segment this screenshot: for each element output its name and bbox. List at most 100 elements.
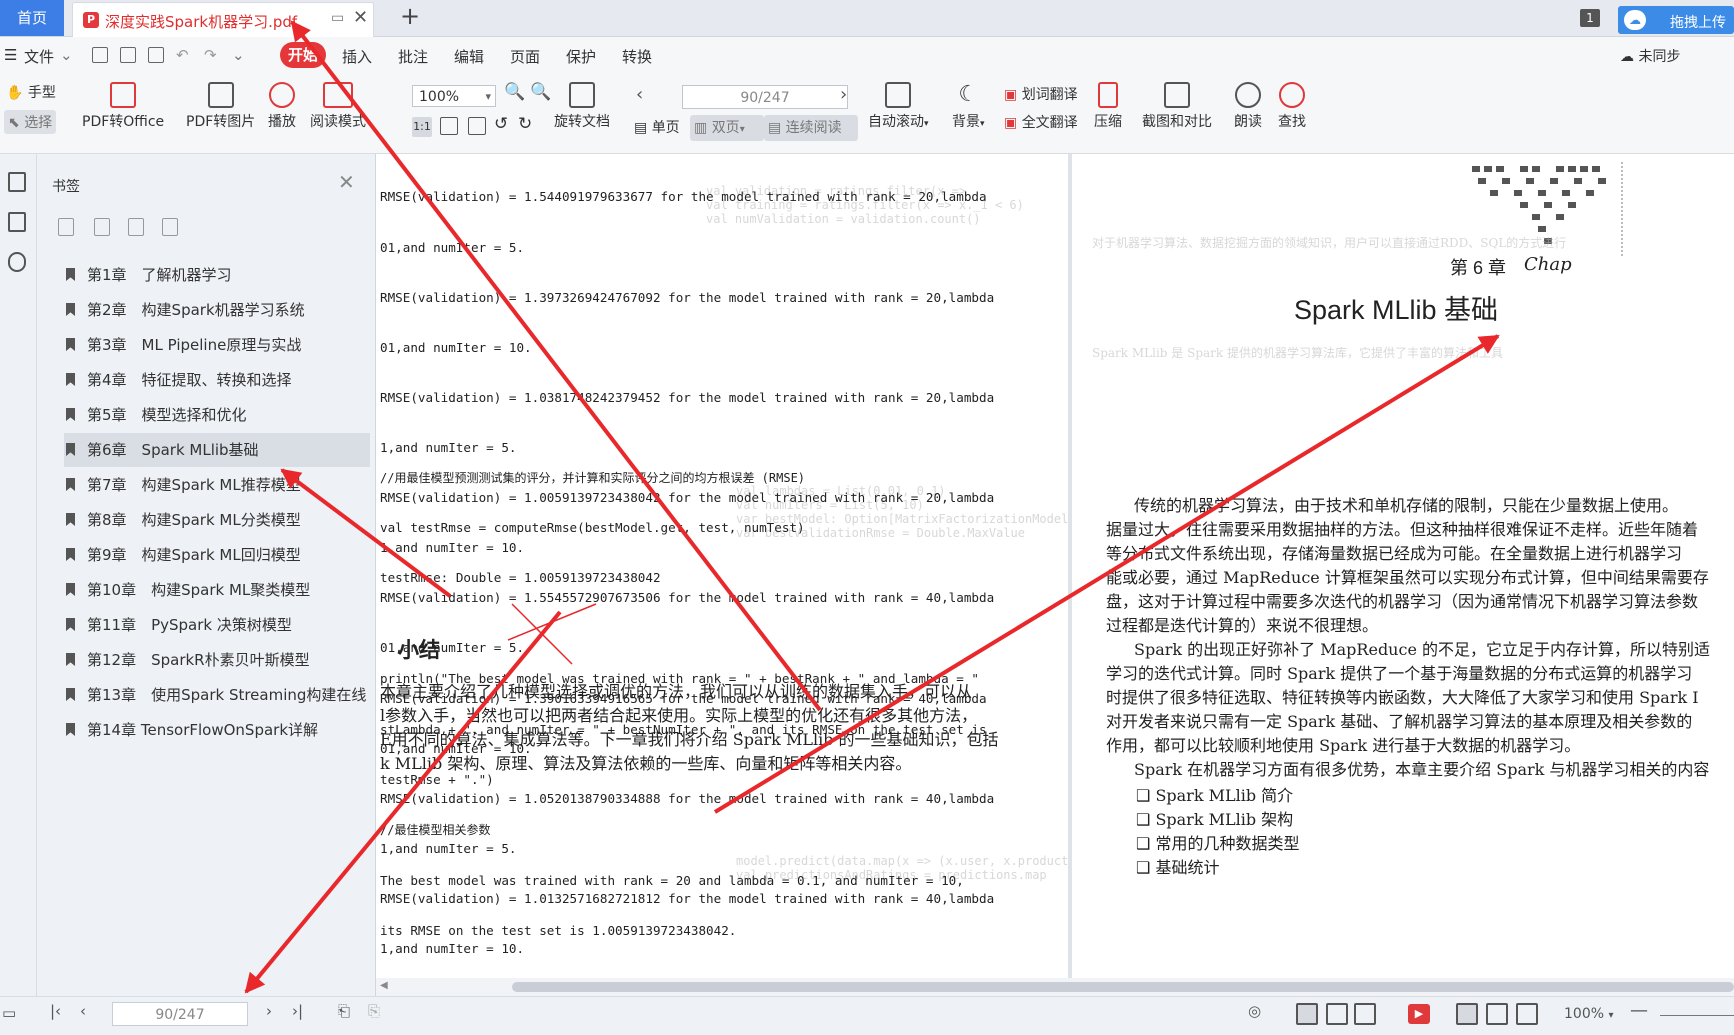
single-page-button[interactable]: ▤ 单页 — [634, 115, 680, 141]
sidebar-toggle-icon[interactable]: ▭ — [2, 1004, 16, 1022]
play-button[interactable]: 播放 — [268, 82, 296, 131]
pdf-to-office-button[interactable]: PDF转Office — [82, 82, 164, 131]
prev-page-icon[interactable]: ‹ — [80, 1002, 86, 1020]
book-icon — [323, 82, 353, 108]
bookmark-item[interactable]: 第14章 TensorFlowOnSpark详解 — [64, 713, 370, 747]
undo-icon[interactable]: ↶ — [176, 46, 189, 64]
fit-width-icon[interactable] — [468, 117, 486, 135]
play-slideshow-icon[interactable]: ▶ — [1408, 1004, 1430, 1024]
fit-page-icon[interactable] — [440, 117, 458, 135]
screenshot-compare-button[interactable]: 截图和对比 — [1142, 82, 1212, 131]
rotate-document-icon — [569, 82, 595, 108]
bookmark-item[interactable]: 第1章 了解机器学习 — [64, 258, 370, 292]
bookmark-item[interactable]: 第11章 PySpark 决策树模型 — [64, 608, 370, 642]
back-icon[interactable]: ⎗ — [338, 1002, 350, 1020]
document-tab[interactable]: P 深度实践Spark机器学习.pdf ▭ ✕ — [72, 2, 374, 37]
delete-bookmark-icon[interactable] — [162, 218, 178, 236]
actual-size-icon[interactable]: 1:1 — [412, 117, 432, 137]
more-chevron-icon[interactable]: ⌄ — [232, 46, 245, 64]
read-aloud-button[interactable]: 朗读 — [1234, 82, 1262, 131]
zoom-in-icon[interactable]: 🔍 — [530, 82, 551, 102]
body-line: 盘，这对于计算过程中需要多次迭代的机器学习（因为通常情况下机器学习算法参数 — [1106, 592, 1699, 611]
eye-protection-icon[interactable]: ◎ — [1248, 1002, 1261, 1020]
zoom-out-icon[interactable]: — — [1630, 1000, 1648, 1021]
window-count-badge[interactable]: 1 — [1580, 9, 1600, 27]
home-tab[interactable]: 首页 — [0, 0, 64, 36]
checkbox-bullet-icon: ❑ — [1136, 786, 1151, 805]
pin-tab-icon[interactable]: ▭ — [331, 10, 344, 26]
pdf-to-image-button[interactable]: PDF转图片 — [186, 82, 255, 131]
fit-width-icon[interactable] — [1516, 1003, 1538, 1025]
prev-page-icon[interactable]: ‹ — [636, 84, 643, 105]
redo-icon[interactable]: ↷ — [204, 46, 217, 64]
rotate-document-button[interactable]: 旋转文档 — [554, 82, 610, 131]
bookmark-item[interactable]: 第4章 特征提取、转换和选择 — [64, 363, 370, 397]
thumbnail-panel-icon[interactable] — [8, 212, 26, 232]
zoom-level[interactable]: 100% ▾ — [1564, 1006, 1614, 1022]
first-page-icon[interactable]: |‹ — [50, 1002, 61, 1020]
find-button[interactable]: 查找 — [1278, 82, 1306, 131]
hand-tool[interactable]: ✋ 手型 — [6, 82, 56, 102]
bookmark-item[interactable]: 第3章 ML Pipeline原理与实战 — [64, 328, 370, 362]
rotate-right-icon[interactable]: ↻ — [518, 114, 532, 134]
menu-start[interactable]: 开始 — [280, 42, 326, 68]
bookmark-item[interactable]: 第13章 使用Spark Streaming构建在线 — [64, 678, 370, 712]
bookmark-item[interactable]: 第2章 构建Spark机器学习系统 — [64, 293, 370, 327]
compress-button[interactable]: 压缩 — [1094, 82, 1122, 131]
select-tool[interactable]: ⬉ 选择 — [4, 110, 57, 134]
continuous-view-icon[interactable] — [1296, 1003, 1318, 1025]
collapse-bookmark-icon[interactable] — [94, 218, 110, 236]
double-page-button[interactable]: ▥ 双页▾ — [690, 115, 764, 141]
zoom-slider[interactable] — [1660, 1015, 1734, 1016]
auto-scroll-button[interactable]: 自动滚动▾ — [868, 82, 929, 131]
menu-edit[interactable]: 编辑 — [454, 46, 484, 67]
sync-status[interactable]: ☁ 未同步 — [1620, 46, 1680, 66]
bookmark-item[interactable]: 第8章 构建Spark ML分类模型 — [64, 503, 370, 537]
open-folder-icon[interactable] — [92, 47, 108, 63]
page-number-input[interactable]: 90/247 — [112, 1002, 248, 1026]
next-page-icon[interactable]: › — [840, 84, 847, 105]
annotation-panel-icon[interactable] — [8, 252, 26, 272]
zoom-select[interactable]: 100% ▾ — [412, 85, 496, 107]
hamburger-icon[interactable]: ☰ — [4, 46, 17, 64]
menu-insert[interactable]: 插入 — [342, 46, 372, 67]
bookmark-item[interactable]: 第5章 模型选择和优化 — [64, 398, 370, 432]
add-bookmark-icon[interactable] — [128, 218, 144, 236]
full-translate-button[interactable]: ▣ 全文翻译 — [1004, 112, 1078, 132]
menu-file[interactable]: 文件 — [24, 46, 54, 67]
menu-page[interactable]: 页面 — [510, 46, 540, 67]
background-button[interactable]: ☾ 背景▾ — [952, 82, 985, 131]
bookmark-item[interactable]: 第7章 构建Spark ML推荐模型 — [64, 468, 370, 502]
menu-annotate[interactable]: 批注 — [398, 46, 428, 67]
save-icon[interactable] — [120, 47, 136, 63]
fit-page-icon[interactable] — [1486, 1003, 1508, 1025]
bookmark-item[interactable]: 第9章 构建Spark ML回归模型 — [64, 538, 370, 572]
zoom-out-icon[interactable]: 🔍 — [504, 82, 525, 102]
close-panel-icon[interactable]: ✕ — [338, 170, 355, 194]
expand-bookmark-icon[interactable] — [58, 218, 74, 236]
rotate-left-icon[interactable]: ↺ — [494, 114, 508, 134]
double-view-icon[interactable] — [1354, 1003, 1376, 1025]
last-page-icon[interactable]: ›| — [292, 1002, 303, 1020]
bookmark-item[interactable]: 第12章 SparkR朴素贝叶斯模型 — [64, 643, 370, 677]
read-mode-button[interactable]: 阅读模式 — [310, 82, 366, 131]
print-icon[interactable] — [148, 47, 164, 63]
actual-size-icon[interactable] — [1456, 1003, 1478, 1025]
menu-convert[interactable]: 转换 — [622, 46, 652, 67]
close-tab-icon[interactable]: ✕ — [353, 7, 368, 28]
bookmark-item-selected[interactable]: 第6章 Spark MLlib基础 — [64, 433, 370, 467]
page-number-input[interactable]: 90/247 — [682, 85, 848, 109]
continuous-read-button[interactable]: ▤ 连续阅读 — [764, 115, 858, 141]
scrollbar-thumb[interactable] — [512, 982, 1734, 992]
single-view-icon[interactable] — [1326, 1003, 1348, 1025]
bookmark-panel-icon[interactable] — [8, 172, 26, 192]
new-tab-icon[interactable]: + — [400, 2, 420, 30]
cloud-upload-button[interactable]: ☁ 拖拽上传 — [1618, 6, 1734, 34]
forward-icon[interactable]: ⎘ — [368, 1002, 380, 1020]
word-translate-button[interactable]: ▣ 划词翻译 — [1004, 84, 1078, 104]
chevron-down-icon[interactable]: ⌄ — [60, 46, 73, 64]
next-page-icon[interactable]: › — [266, 1002, 272, 1020]
bookmark-item[interactable]: 第10章 构建Spark ML聚类模型 — [64, 573, 370, 607]
menu-protect[interactable]: 保护 — [566, 46, 596, 67]
scroll-left-icon[interactable]: ◀ — [380, 980, 388, 991]
